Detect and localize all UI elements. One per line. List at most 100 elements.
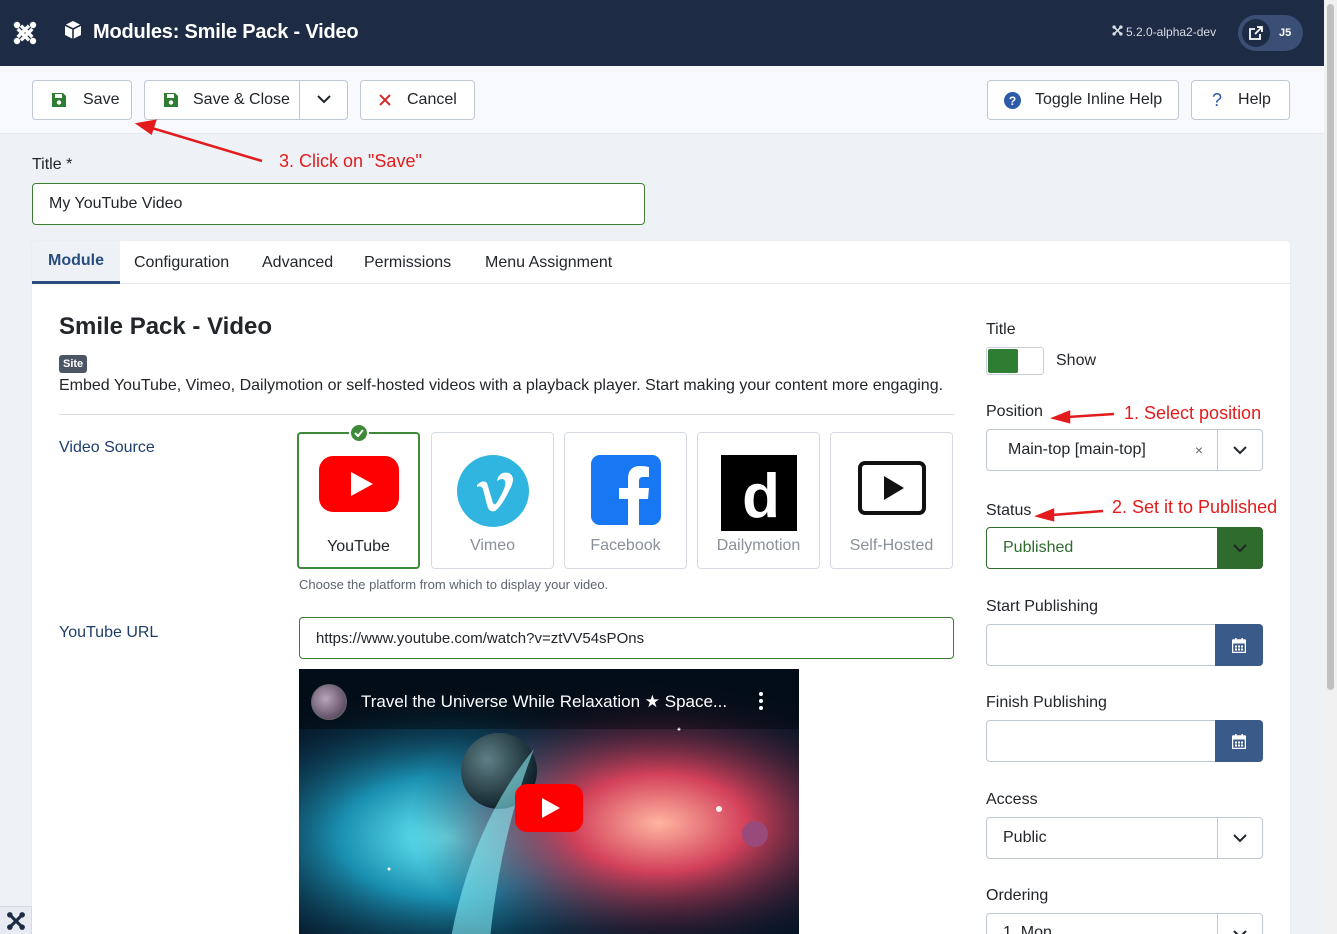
youtube-icon [318, 456, 399, 517]
youtube-url-input[interactable] [299, 617, 954, 659]
module-card: Module Configuration Advanced Permission… [32, 241, 1290, 934]
title-visibility-label: Title [986, 321, 1016, 338]
help-button[interactable]: ? Help [1191, 80, 1290, 120]
ordering-value: 1. Mon [1003, 924, 1052, 934]
ordering-select[interactable]: 1. Mon [986, 913, 1263, 934]
source-label: YouTube [327, 538, 390, 555]
user-menu-button[interactable]: J5 [1238, 15, 1303, 51]
chevron-down-icon[interactable] [1217, 528, 1262, 568]
joomla-logo-icon[interactable] [12, 20, 38, 46]
title-label: Title * [32, 156, 73, 173]
toolbar: Save Save & Close Cancel ? Toggle Inline… [0, 66, 1324, 134]
svg-text:d: d [742, 462, 780, 531]
checkmark-icon [348, 423, 369, 443]
toggle-inline-help-label: Toggle Inline Help [1035, 91, 1163, 108]
tab-module[interactable]: Module [32, 241, 120, 284]
title-show-toggle[interactable] [986, 347, 1044, 375]
divider [59, 414, 954, 415]
more-vertical-icon[interactable] [757, 691, 765, 716]
video-source-label: Video Source [59, 439, 155, 456]
save-label: Save [83, 91, 120, 108]
cube-icon [63, 20, 83, 45]
status-select[interactable]: Published [986, 527, 1263, 569]
calendar-icon[interactable] [1215, 624, 1263, 666]
cancel-label: Cancel [407, 91, 457, 108]
source-label: Facebook [590, 537, 661, 554]
source-facebook[interactable]: Facebook [564, 432, 687, 569]
annotation-step-3: 3. Click on "Save" [279, 151, 422, 171]
user-badge: J5 [1279, 27, 1292, 39]
chevron-down-icon[interactable] [1217, 430, 1262, 470]
cancel-button[interactable]: Cancel [360, 80, 475, 120]
clear-icon[interactable]: × [1195, 442, 1203, 458]
title-input[interactable] [32, 183, 645, 225]
joomla-small-icon [1112, 25, 1123, 39]
video-preview[interactable]: Travel the Universe While Relaxation ★ S… [299, 669, 799, 934]
source-label: Vimeo [469, 537, 516, 554]
access-value: Public [1003, 829, 1047, 846]
save-close-button[interactable]: Save & Close [145, 81, 300, 119]
position-value: Main-top [main-top] [1008, 441, 1146, 458]
scrollbar-thumb[interactable] [1327, 4, 1334, 690]
source-self-hosted[interactable]: Self-Hosted [830, 432, 953, 569]
access-select[interactable]: Public [986, 817, 1263, 859]
annotation-step-1: 1. Select position [1124, 403, 1262, 423]
site-badge: Site [59, 355, 88, 373]
tab-menu-assignment[interactable]: Menu Assignment [485, 241, 612, 284]
channel-avatar[interactable] [311, 684, 347, 720]
start-publishing-label: Start Publishing [986, 598, 1099, 615]
app-header: Modules: Smile Pack - Video 5.2.0-alpha2… [0, 0, 1324, 66]
save-close-button-group: Save & Close [144, 80, 348, 120]
source-vimeo[interactable]: Vimeo [431, 432, 554, 569]
chevron-down-icon[interactable] [1217, 914, 1262, 934]
source-label: Self-Hosted [849, 537, 934, 554]
annotation-step-2: 2. Set it to Published [1112, 497, 1278, 517]
ordering-label: Ordering [986, 887, 1049, 904]
tab-advanced[interactable]: Advanced [262, 241, 333, 284]
joomla-footer-icon[interactable] [0, 906, 32, 934]
floppy-disk-icon [51, 92, 67, 108]
floppy-disk-icon [163, 92, 179, 108]
help-label: Help [1238, 91, 1271, 108]
question-circle-icon: ? [1004, 91, 1021, 109]
finish-publishing-field[interactable] [986, 720, 1263, 762]
module-name: Smile Pack - Video [59, 313, 272, 340]
question-icon: ? [1212, 89, 1223, 110]
source-label: Dailymotion [716, 537, 801, 554]
chevron-down-icon [316, 91, 331, 109]
status-label: Status [986, 502, 1032, 519]
dailymotion-icon: d [720, 455, 797, 536]
source-dailymotion[interactable]: d Dailymotion [697, 432, 820, 569]
position-label: Position [986, 403, 1043, 420]
calendar-icon[interactable] [1215, 720, 1263, 762]
page-title: Modules: Smile Pack - Video [93, 21, 359, 43]
toggle-on-indicator [988, 349, 1018, 373]
save-options-dropdown[interactable] [300, 81, 347, 119]
tab-permissions[interactable]: Permissions [364, 241, 451, 284]
start-publishing-field[interactable] [986, 624, 1263, 666]
module-description: Embed YouTube, Vimeo, Dailymotion or sel… [59, 377, 944, 394]
facebook-icon [590, 455, 661, 530]
chevron-down-icon[interactable] [1217, 818, 1262, 858]
play-button-icon[interactable] [515, 784, 583, 832]
module-tab-content: Smile Pack - Video Site Embed YouTube, V… [32, 284, 1290, 934]
youtube-url-label: YouTube URL [59, 624, 159, 641]
toggle-show-text: Show [1056, 352, 1097, 369]
toggle-inline-help-button[interactable]: ? Toggle Inline Help [987, 80, 1179, 120]
play-box-icon [857, 461, 926, 520]
save-button[interactable]: Save [32, 80, 132, 120]
status-value: Published [1003, 539, 1074, 556]
page-title-wrap: Modules: Smile Pack - Video [63, 20, 359, 45]
source-youtube[interactable]: YouTube [297, 423, 420, 569]
finish-publishing-label: Finish Publishing [986, 694, 1107, 711]
vimeo-icon [456, 455, 529, 532]
close-icon [379, 94, 391, 106]
tab-configuration[interactable]: Configuration [134, 241, 229, 284]
tab-bar: Module Configuration Advanced Permission… [32, 241, 1290, 284]
external-link-icon[interactable] [1242, 19, 1270, 47]
position-select[interactable]: Main-top [main-top] × [986, 429, 1263, 471]
version-text: 5.2.0-alpha2-dev [1126, 25, 1217, 39]
page-scrollbar[interactable] [1324, 0, 1337, 934]
version-label: 5.2.0-alpha2-dev [1112, 25, 1216, 39]
video-title[interactable]: Travel the Universe While Relaxation ★ S… [361, 692, 727, 712]
